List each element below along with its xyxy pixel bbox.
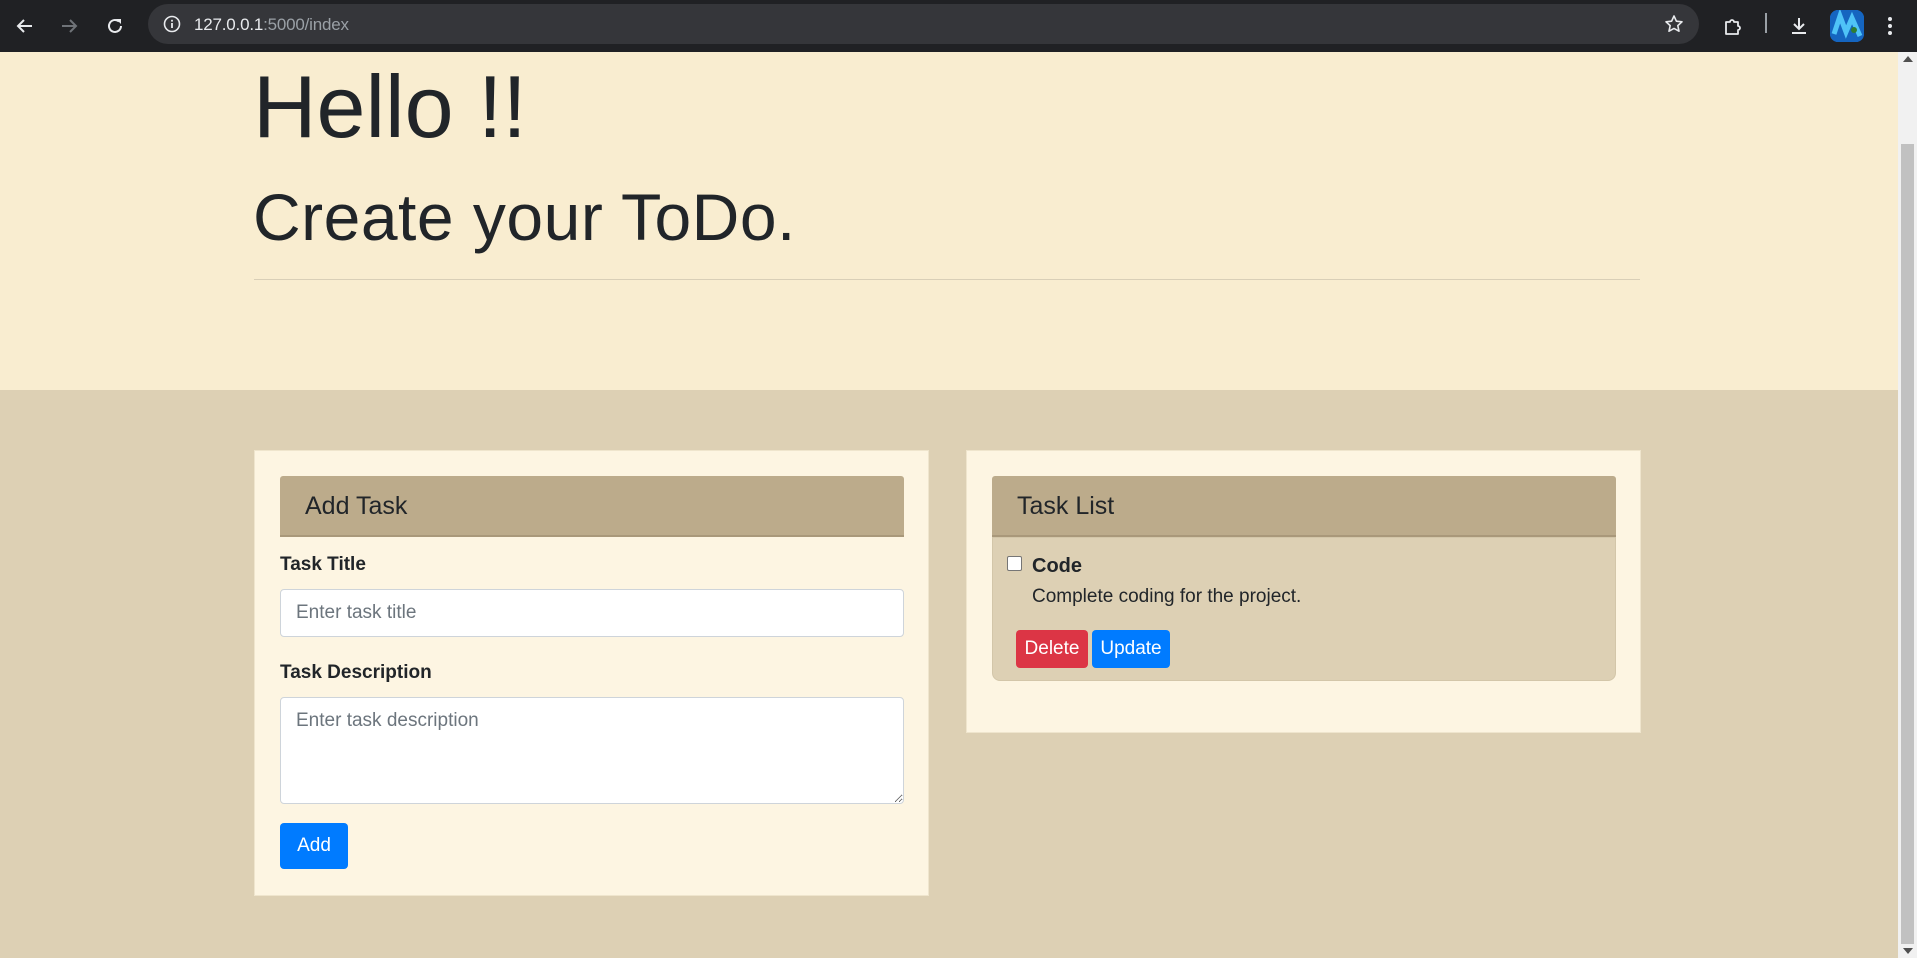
add-task-card: Add Task Task Title Task Description Add bbox=[254, 450, 929, 896]
puzzle-icon bbox=[1725, 19, 1741, 35]
page-scrollbar[interactable] bbox=[1898, 52, 1917, 958]
browser-toolbar: 127.0.0.1:5000/index bbox=[0, 0, 1917, 52]
task-list-title: Task List bbox=[1017, 492, 1115, 520]
hero-lead: Create your ToDo. bbox=[253, 180, 796, 254]
hero-divider bbox=[254, 279, 1640, 280]
task-title-input[interactable] bbox=[280, 589, 904, 637]
url-path: :5000/index bbox=[263, 15, 349, 34]
task-list-card: Task List Code Complete coding for the p… bbox=[966, 450, 1641, 733]
hero-greeting: Hello !! bbox=[253, 57, 527, 156]
kebab-menu-icon bbox=[1888, 17, 1892, 35]
scroll-down-arrow-icon[interactable] bbox=[1903, 948, 1913, 954]
scroll-up-arrow-icon[interactable] bbox=[1903, 56, 1913, 62]
url-text: 127.0.0.1:5000/index bbox=[194, 15, 349, 35]
task-description-input[interactable] bbox=[280, 697, 904, 804]
add-task-button[interactable]: Add bbox=[280, 823, 348, 869]
bookmark-star-icon[interactable] bbox=[1663, 13, 1685, 35]
scroll-thumb[interactable] bbox=[1901, 144, 1914, 944]
back-arrow-icon bbox=[16, 19, 32, 33]
update-task-button[interactable]: Update bbox=[1092, 630, 1170, 668]
download-icon bbox=[1792, 18, 1806, 34]
add-task-header: Add Task bbox=[280, 476, 904, 537]
browser-menu-button[interactable] bbox=[1873, 9, 1907, 43]
hero-section: Hello !! Create your ToDo. bbox=[0, 52, 1898, 390]
address-bar[interactable]: 127.0.0.1:5000/index bbox=[148, 4, 1699, 44]
url-host: 127.0.0.1 bbox=[194, 15, 264, 34]
delete-task-button[interactable]: Delete bbox=[1016, 630, 1088, 668]
page-content: Hello !! Create your ToDo. Add Task Task… bbox=[0, 52, 1898, 958]
extensions-button[interactable] bbox=[1716, 9, 1750, 43]
task-complete-checkbox[interactable] bbox=[1007, 556, 1022, 571]
site-info-icon[interactable] bbox=[162, 14, 182, 34]
reload-icon bbox=[108, 18, 122, 33]
task-item-description: Complete coding for the project. bbox=[1032, 586, 1302, 607]
forward-arrow-icon bbox=[62, 19, 78, 33]
reload-button[interactable] bbox=[98, 9, 132, 43]
downloads-button[interactable] bbox=[1782, 9, 1816, 43]
task-item: Code Complete coding for the project. De… bbox=[992, 537, 1616, 681]
task-title-label: Task Title bbox=[280, 554, 366, 575]
task-description-label: Task Description bbox=[280, 662, 432, 683]
profile-avatar-icon[interactable] bbox=[1830, 10, 1864, 42]
toolbar-divider bbox=[1765, 13, 1767, 33]
add-task-title: Add Task bbox=[305, 492, 408, 520]
forward-button[interactable] bbox=[52, 9, 86, 43]
task-list-header: Task List bbox=[992, 476, 1616, 537]
back-button[interactable] bbox=[8, 9, 42, 43]
task-item-title: Code bbox=[1032, 555, 1082, 577]
